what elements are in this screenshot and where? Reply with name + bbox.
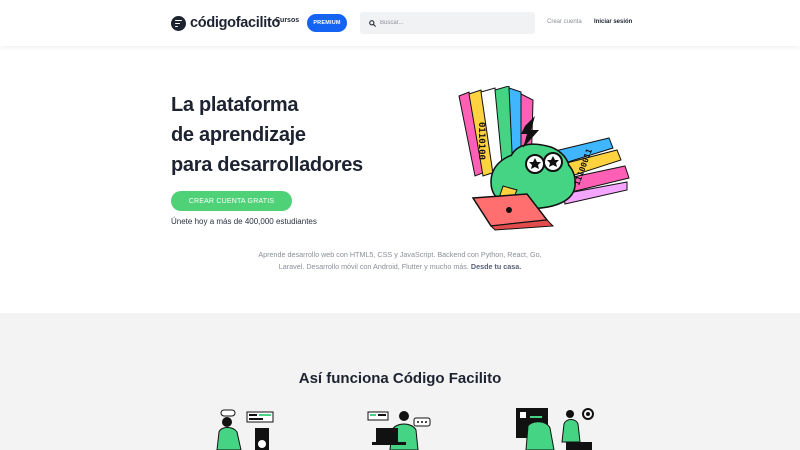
search-input[interactable] <box>380 20 530 26</box>
signup-link[interactable]: Crear cuenta <box>547 19 582 25</box>
hero-title-line-2: de aprendizaje <box>171 124 306 146</box>
nav-courses-link[interactable]: Cursos <box>275 17 299 24</box>
binary-text-left: 0110100 <box>476 122 486 160</box>
hero-title-line-3: para desarrolladores <box>171 154 363 176</box>
premium-button[interactable]: PREMIUM <box>307 14 347 32</box>
hero-subtitle: Únete hoy a más de 400,000 estudiantes <box>171 217 317 226</box>
search-icon <box>369 19 376 27</box>
create-account-button[interactable]: CREAR CUENTA GRATIS <box>171 191 292 211</box>
logo-text: códigofacilito <box>190 15 281 31</box>
hero-illustration: 0110100 11100011 <box>458 86 630 231</box>
search-bar[interactable] <box>360 12 535 34</box>
tagline-line-2: Laravel. Desarrollo móvil con Android, F… <box>278 262 469 271</box>
tagline: Aprende desarrollo web con HTML5, CSS y … <box>240 249 560 273</box>
hero-title-line-1: La plataforma <box>171 94 299 116</box>
step-2-illustration <box>367 411 431 450</box>
navbar: códigofacilito Cursos PREMIUM Crear cuen… <box>0 0 800 46</box>
step-3-illustration <box>516 408 594 450</box>
tagline-bold: Desde tu casa. <box>470 262 522 271</box>
hero-title: La plataforma de aprendizaje para desarr… <box>171 90 431 180</box>
logo-link[interactable]: códigofacilito <box>171 14 280 32</box>
login-link[interactable]: Iniciar sesión <box>594 19 632 25</box>
tagline-line-1: Aprende desarrollo web con HTML5, CSS y … <box>258 250 542 259</box>
logo-icon <box>171 15 186 31</box>
how-it-works-title: Así funciona Código Facilito <box>298 370 502 387</box>
step-1-illustration <box>216 409 274 450</box>
